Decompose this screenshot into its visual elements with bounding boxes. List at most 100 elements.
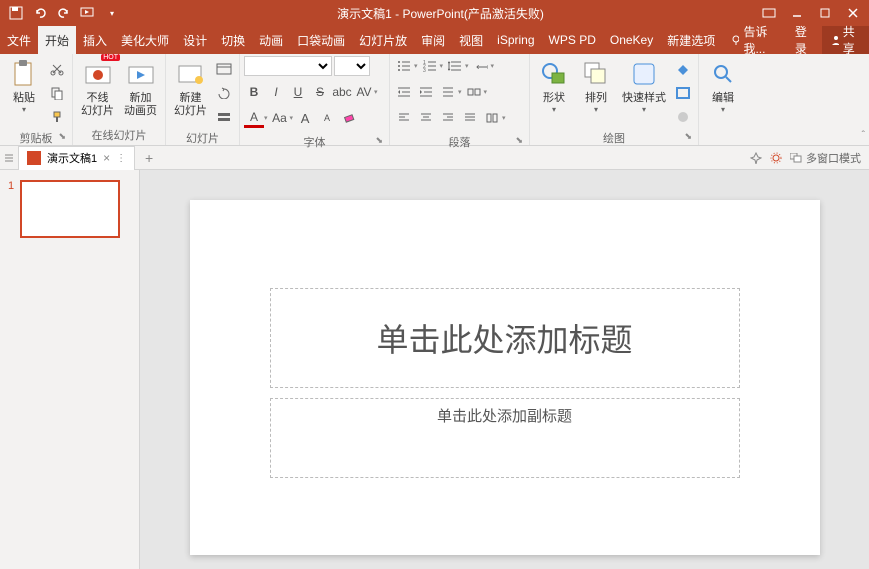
italic-button[interactable]: I bbox=[266, 82, 286, 102]
shrink-font-button[interactable]: A bbox=[317, 108, 337, 128]
document-tab[interactable]: 演示文稿1 × ⋮ bbox=[18, 146, 135, 170]
dialog-launcher-icon[interactable]: ⬊ bbox=[375, 135, 383, 146]
dialog-launcher-icon[interactable]: ⬊ bbox=[684, 131, 692, 142]
ribbon: 粘贴 ▾ 剪贴板⬊ HOT 不线 幻灯片 新加 动画页 在线幻灯片 bbox=[0, 54, 869, 146]
slideshow-icon[interactable] bbox=[80, 5, 96, 21]
qat-customize-icon[interactable]: ▾ bbox=[104, 5, 120, 21]
share-button[interactable]: 共享 bbox=[822, 26, 869, 54]
undo-icon[interactable] bbox=[32, 5, 48, 21]
new-slide-button[interactable]: 新建 幻灯片 bbox=[170, 56, 211, 120]
tab-file[interactable]: 文件 bbox=[0, 26, 38, 54]
login-button[interactable]: 登录 bbox=[787, 26, 822, 54]
save-icon[interactable] bbox=[8, 5, 24, 21]
quick-styles-button[interactable]: 快速样式 ▾ bbox=[618, 56, 670, 116]
tellme-search[interactable]: 告诉我... bbox=[722, 26, 787, 54]
cut-button[interactable] bbox=[46, 58, 68, 80]
shape-fill-button[interactable] bbox=[672, 58, 694, 80]
redo-icon[interactable] bbox=[56, 5, 72, 21]
increase-indent-button[interactable] bbox=[416, 82, 436, 102]
pin-icon[interactable] bbox=[750, 152, 762, 164]
grow-font-button[interactable]: A bbox=[295, 108, 315, 128]
tab-slideshow[interactable]: 幻灯片放 bbox=[352, 26, 414, 54]
tab-wpspd[interactable]: WPS PD bbox=[542, 26, 603, 54]
justify-button[interactable] bbox=[460, 108, 480, 128]
tab-menu-icon[interactable]: ⋮ bbox=[116, 153, 126, 164]
format-painter-button[interactable] bbox=[46, 106, 68, 128]
dialog-launcher-icon[interactable]: ⬊ bbox=[58, 131, 66, 142]
gear-icon[interactable] bbox=[770, 152, 782, 164]
line-spacing-button[interactable] bbox=[445, 56, 465, 76]
brush-icon bbox=[50, 110, 64, 124]
chevron-down-icon: ▾ bbox=[22, 105, 26, 114]
slide[interactable]: 单击此处添加标题 单击此处添加副标题 bbox=[190, 200, 820, 555]
smartart-button[interactable] bbox=[464, 82, 484, 102]
tab-review[interactable]: 审阅 bbox=[414, 26, 452, 54]
char-spacing-button[interactable]: AV bbox=[354, 82, 374, 102]
tab-ispring[interactable]: iSpring bbox=[490, 26, 541, 54]
windows-icon bbox=[790, 153, 802, 163]
strikethrough-button[interactable]: S bbox=[310, 82, 330, 102]
dialog-launcher-icon[interactable]: ⬊ bbox=[515, 135, 523, 146]
group-paragraph: ▾ 123▾ ▾ ⟷▾ ▾ ▾ ▾ 段落⬊ bbox=[390, 54, 530, 145]
maximize-icon[interactable] bbox=[817, 5, 833, 21]
tab-home[interactable]: 开始 bbox=[38, 26, 76, 54]
numbering-button[interactable]: 123 bbox=[420, 56, 440, 76]
reset-button[interactable] bbox=[213, 82, 235, 104]
font-family-select[interactable] bbox=[244, 56, 332, 76]
tab-animation[interactable]: 动画 bbox=[252, 26, 290, 54]
font-size-select[interactable] bbox=[334, 56, 370, 76]
bullets-button[interactable] bbox=[394, 56, 414, 76]
tab-transition[interactable]: 切换 bbox=[214, 26, 252, 54]
underline-button[interactable]: U bbox=[288, 82, 308, 102]
align-left-button[interactable] bbox=[394, 108, 414, 128]
effects-icon bbox=[675, 110, 691, 124]
shadow-button[interactable]: abc bbox=[332, 82, 352, 102]
add-tab-button[interactable]: + bbox=[139, 148, 159, 168]
tab-beautify[interactable]: 美化大师 bbox=[114, 26, 176, 54]
bold-button[interactable]: B bbox=[244, 82, 264, 102]
shapes-button[interactable]: 形状 ▾ bbox=[534, 56, 574, 116]
tab-new-option[interactable]: 新建选项 bbox=[660, 26, 722, 54]
change-case-button[interactable]: Aa bbox=[270, 108, 290, 128]
subtitle-placeholder[interactable]: 单击此处添加副标题 bbox=[270, 398, 740, 478]
text-direction-button[interactable]: ⟷ bbox=[471, 56, 491, 76]
minimize-icon[interactable] bbox=[789, 5, 805, 21]
layout-icon bbox=[216, 63, 232, 75]
find-button[interactable]: 编辑 ▾ bbox=[703, 56, 743, 116]
decrease-indent-button[interactable] bbox=[394, 82, 414, 102]
align-center-button[interactable] bbox=[416, 108, 436, 128]
slide-thumbnail[interactable] bbox=[20, 180, 120, 238]
shape-effects-button[interactable] bbox=[672, 106, 694, 128]
tab-onekey[interactable]: OneKey bbox=[603, 26, 660, 54]
clear-format-button[interactable] bbox=[339, 108, 359, 128]
copy-button[interactable] bbox=[46, 82, 68, 104]
align-text-button[interactable] bbox=[438, 82, 458, 102]
section-button[interactable] bbox=[213, 106, 235, 128]
multiwindow-button[interactable]: 多窗口模式 bbox=[790, 150, 861, 166]
share-icon bbox=[830, 34, 839, 46]
font-color-button[interactable]: A bbox=[244, 108, 264, 128]
outline-icon bbox=[675, 86, 691, 100]
tab-design[interactable]: 设计 bbox=[176, 26, 214, 54]
tab-view[interactable]: 视图 bbox=[452, 26, 490, 54]
slide-canvas-area[interactable]: 单击此处添加标题 单击此处添加副标题 bbox=[140, 170, 869, 569]
align-right-button[interactable] bbox=[438, 108, 458, 128]
paste-button[interactable]: 粘贴 ▾ bbox=[4, 56, 44, 116]
ribbon-display-icon[interactable] bbox=[761, 5, 777, 21]
close-tab-icon[interactable]: × bbox=[103, 151, 110, 165]
columns-button[interactable] bbox=[482, 108, 502, 128]
collapse-ribbon-icon[interactable]: ˆ bbox=[862, 130, 865, 141]
tab-pocket-anim[interactable]: 口袋动画 bbox=[290, 26, 352, 54]
group-drawing: 形状 ▾ 排列 ▾ 快速样式 ▾ 绘图⬊ bbox=[530, 54, 699, 145]
new-anim-page-button[interactable]: 新加 动画页 bbox=[120, 56, 161, 120]
shapes-icon bbox=[538, 58, 570, 90]
online-slide-button[interactable]: HOT 不线 幻灯片 bbox=[77, 56, 118, 120]
arrange-button[interactable]: 排列 ▾ bbox=[576, 56, 616, 116]
tab-insert[interactable]: 插入 bbox=[76, 26, 114, 54]
close-icon[interactable] bbox=[845, 5, 861, 21]
tab-nav-icon[interactable] bbox=[0, 147, 18, 169]
reset-icon bbox=[217, 87, 231, 99]
shape-outline-button[interactable] bbox=[672, 82, 694, 104]
title-placeholder[interactable]: 单击此处添加标题 bbox=[270, 288, 740, 388]
layout-button[interactable] bbox=[213, 58, 235, 80]
